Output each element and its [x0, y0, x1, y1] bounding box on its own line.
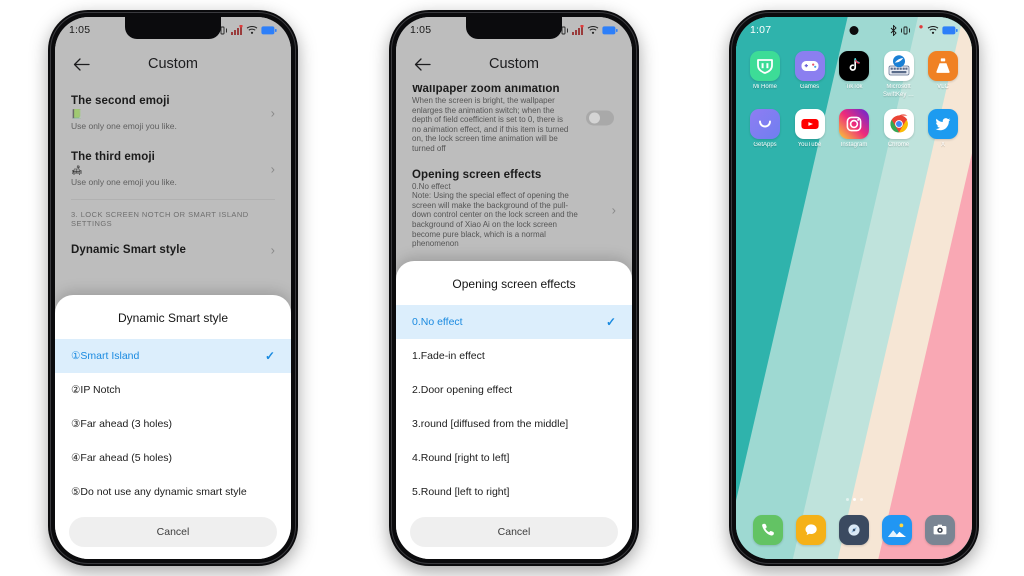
wifi-icon: [927, 26, 939, 34]
dialog-option-far-ahead-3-holes[interactable]: ③Far ahead (3 holes): [55, 407, 291, 441]
dialog-title: Opening screen effects: [452, 277, 576, 291]
home-screen: 1:07 Mi Home Games TikTok Microsoft Swif…: [736, 17, 972, 559]
wifi-icon: [587, 26, 599, 34]
page-indicator: [736, 498, 972, 501]
option-label: 5.Round [left to right]: [412, 486, 510, 498]
screenshot-stage: 1:05 Custom The second emoji 📗 Use only …: [0, 0, 1024, 576]
dock: [736, 515, 972, 545]
app-label: Instagram: [840, 142, 868, 148]
instagram-icon: [839, 109, 869, 139]
app-label: YouTube: [797, 142, 822, 148]
option-label: 3.round [diffused from the middle]: [412, 418, 569, 430]
app-instagram[interactable]: Instagram: [833, 109, 875, 150]
signal-icon: [231, 24, 243, 35]
check-icon: ✓: [264, 349, 275, 363]
phone-3-punch-hole-camera: [849, 26, 859, 35]
option-label: ④Far ahead (5 holes): [71, 452, 173, 464]
app-youtube[interactable]: YouTube: [789, 109, 831, 150]
app-label: X: [940, 142, 945, 148]
swiftkey-icon: [883, 51, 914, 81]
dialog-option-far-ahead-5-holes[interactable]: ④Far ahead (5 holes): [55, 441, 291, 475]
status-time: 1:05: [410, 24, 432, 36]
dialog-option-smart-island[interactable]: ①Smart Island ✓: [55, 339, 291, 373]
messages-icon[interactable]: [795, 515, 826, 545]
phone-1-screen: 1:05 Custom The second emoji 📗 Use only …: [55, 17, 291, 559]
app-label: GetApps: [753, 142, 777, 148]
vlc-icon: [928, 51, 958, 81]
option-label: 4.Round [right to left]: [412, 452, 510, 464]
phone-1-notch: [125, 17, 221, 39]
mi-home-icon: [750, 51, 780, 81]
signal-icon: [572, 24, 584, 35]
dialog-option-no-effect[interactable]: 0.No effect ✓: [396, 305, 632, 339]
dialog-option-door-opening-effect[interactable]: 2.Door opening effect: [396, 373, 632, 407]
dialog-option-fade-in-effect[interactable]: 1.Fade-in effect: [396, 339, 632, 373]
dialog-option-no-dynamic-style[interactable]: ⑤Do not use any dynamic smart style: [55, 475, 291, 509]
opening-screen-effects-dialog: Opening screen effects 0.No effect ✓ 1.F…: [396, 261, 632, 559]
check-icon: ✓: [605, 315, 616, 329]
option-label: ①Smart Island: [71, 350, 140, 362]
chrome-icon: [883, 109, 914, 139]
app-games[interactable]: Games: [789, 51, 831, 99]
option-label: 2.Door opening effect: [412, 384, 513, 396]
app-label: Microsoft SwiftKey …: [882, 84, 914, 98]
option-label: ⑤Do not use any dynamic smart style: [71, 486, 247, 498]
getapps-icon: [750, 109, 780, 139]
app-chrome[interactable]: Chrome: [878, 109, 920, 150]
status-icons: [890, 24, 958, 36]
app-label: Chrome: [887, 142, 910, 148]
page-dot[interactable]: [845, 498, 849, 501]
bluetooth-icon: [890, 24, 897, 36]
phone-device-1: 1:05 Custom The second emoji 📗 Use only …: [48, 10, 298, 566]
dialog-option-round-diffused[interactable]: 3.round [diffused from the middle]: [396, 407, 632, 441]
option-label: 1.Fade-in effect: [412, 350, 485, 362]
app-row-1: Mi Home Games TikTok Microsoft SwiftKey …: [744, 51, 964, 99]
tiktok-icon: [839, 51, 869, 81]
cancel-button[interactable]: Cancel: [410, 517, 618, 547]
dynamic-smart-style-dialog: Dynamic Smart style ①Smart Island ✓ ②IP …: [55, 295, 291, 559]
signal-icon: [919, 24, 923, 28]
wifi-icon: [246, 26, 258, 34]
option-label: 0.No effect: [412, 316, 463, 328]
app-mi-home[interactable]: Mi Home: [744, 51, 786, 99]
battery-icon: [942, 25, 958, 34]
youtube-icon: [794, 109, 825, 139]
page-dot-active[interactable]: [852, 498, 856, 501]
option-label: ③Far ahead (3 holes): [71, 418, 173, 430]
app-row-2: GetApps YouTube Instagram Chrome X: [744, 109, 964, 150]
app-twitter[interactable]: X: [922, 109, 964, 150]
page-dot[interactable]: [859, 498, 863, 501]
phone-3-screen: 1:07 Mi Home Games TikTok Microsoft Swif…: [736, 17, 972, 559]
app-tiktok[interactable]: TikTok: [833, 51, 875, 99]
app-microsoft-swiftkey[interactable]: Microsoft SwiftKey …: [878, 51, 920, 99]
app-label: Games: [799, 84, 820, 90]
cancel-button[interactable]: Cancel: [69, 517, 277, 547]
dialog-option-round-left-to-right[interactable]: 5.Round [left to right]: [396, 475, 632, 509]
app-getapps[interactable]: GetApps: [744, 109, 786, 150]
games-icon: [794, 51, 825, 81]
phone-2-notch: [466, 17, 562, 39]
dialog-title: Dynamic Smart style: [117, 311, 229, 325]
phone-device-3: 1:07 Mi Home Games TikTok Microsoft Swif…: [729, 10, 979, 566]
option-label: ②IP Notch: [71, 384, 121, 396]
camera-icon[interactable]: [925, 515, 956, 545]
app-grid: Mi Home Games TikTok Microsoft SwiftKey …: [736, 51, 972, 160]
vibrate-icon: [901, 26, 910, 34]
app-vlc[interactable]: VLC: [922, 51, 964, 99]
app-label: VLC: [937, 84, 949, 90]
app-label: TikTok: [845, 84, 863, 90]
phone-2-screen: 1:05 Custom Wallpaper zoom animation Whe…: [396, 17, 632, 559]
twitter-icon: [928, 109, 958, 139]
app-label: Mi Home: [752, 84, 777, 90]
phone-device-2: 1:05 Custom Wallpaper zoom animation Whe…: [389, 10, 639, 566]
battery-icon: [261, 25, 277, 34]
status-time: 1:05: [69, 24, 91, 36]
gallery-icon[interactable]: [882, 515, 913, 545]
dialog-option-ip-notch[interactable]: ②IP Notch: [55, 373, 291, 407]
phone-icon[interactable]: [752, 515, 783, 545]
dialog-option-round-right-to-left[interactable]: 4.Round [right to left]: [396, 441, 632, 475]
status-time: 1:07: [750, 24, 772, 36]
browser-icon[interactable]: [838, 515, 869, 545]
battery-icon: [602, 25, 618, 34]
